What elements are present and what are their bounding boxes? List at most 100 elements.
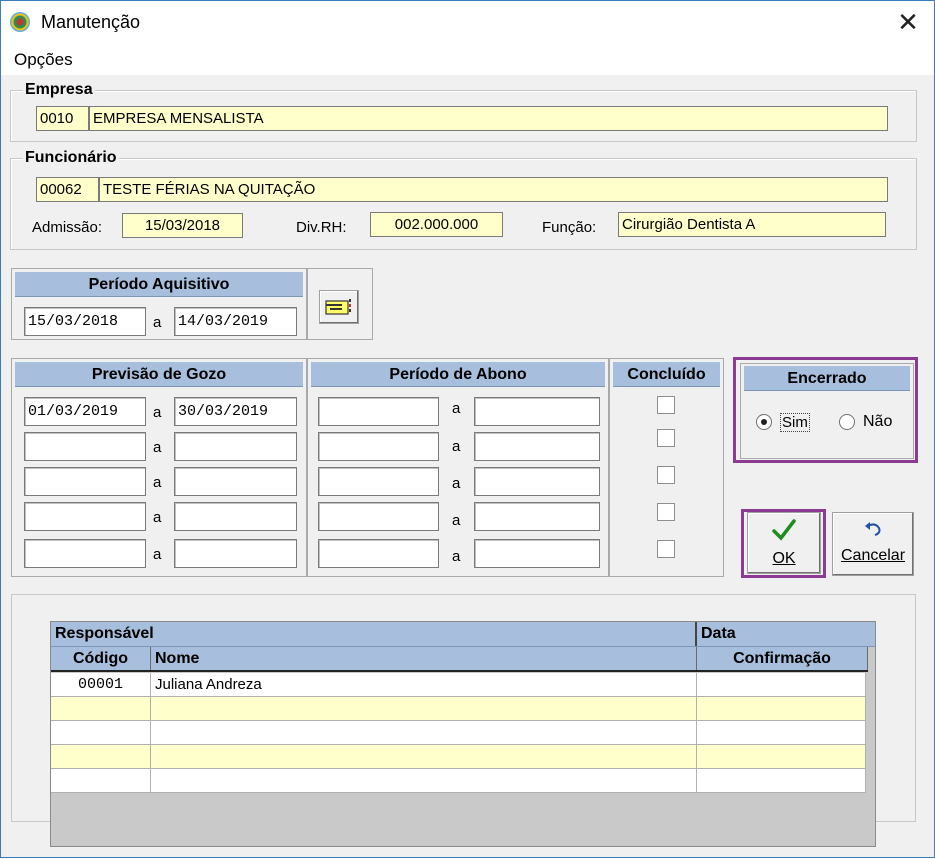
previsao-panel: Previsão de Gozo 01/03/2019 a 30/03/2019… xyxy=(11,358,307,577)
undo-icon xyxy=(865,522,881,536)
row-nome xyxy=(151,745,697,769)
aquisitivo-end-input[interactable]: 14/03/2019 xyxy=(174,307,297,336)
periodo-aquisitivo-panel: Período Aquisitivo 15/03/2018 a 14/03/20… xyxy=(11,268,307,340)
aquisitivo-start-input[interactable]: 15/03/2018 xyxy=(24,307,146,336)
abono-end-input[interactable] xyxy=(474,432,600,461)
periodo-aquisitivo-title: Período Aquisitivo xyxy=(15,272,303,297)
abono-sep: a xyxy=(452,438,461,455)
menu-opcoes[interactable]: Opções xyxy=(14,50,73,70)
table-row[interactable] xyxy=(51,769,866,793)
row-confirmacao xyxy=(697,697,866,721)
row-confirmacao xyxy=(697,745,866,769)
previsao-start-input[interactable] xyxy=(24,502,146,531)
grid-col-nome[interactable]: Nome xyxy=(151,647,697,670)
funcionario-code-field[interactable]: 00062 xyxy=(36,177,99,202)
funcao-field[interactable]: Cirurgião Dentista A xyxy=(618,212,886,237)
row-nome: Juliana Andreza xyxy=(151,673,697,697)
divrh-label: Div.RH: xyxy=(296,219,347,236)
abono-sep: a xyxy=(452,512,461,529)
previsao-title: Previsão de Gozo xyxy=(15,362,303,387)
admissao-label: Admissão: xyxy=(32,219,103,236)
previsao-start-input[interactable] xyxy=(24,467,146,496)
abono-start-input[interactable] xyxy=(318,502,439,531)
concluido-checkbox[interactable] xyxy=(657,429,675,447)
encerrado-highlight xyxy=(733,357,918,463)
concluido-title: Concluído xyxy=(613,362,720,387)
abono-end-input[interactable] xyxy=(474,502,600,531)
abono-start-input[interactable] xyxy=(318,397,439,426)
empresa-legend: Empresa xyxy=(23,81,95,99)
empresa-code-field[interactable]: 0010 xyxy=(36,106,89,131)
row-nome xyxy=(151,697,697,721)
row-codigo xyxy=(51,769,151,793)
abono-start-input[interactable] xyxy=(318,539,439,568)
row-codigo xyxy=(51,745,151,769)
grid-group-data: Data xyxy=(701,625,736,642)
aquisitivo-button-panel xyxy=(307,268,373,340)
funcionario-legend: Funcionário xyxy=(23,149,119,167)
row-codigo xyxy=(51,721,151,745)
app-icon xyxy=(10,12,30,32)
row-confirmacao xyxy=(697,769,866,793)
abono-title: Período de Abono xyxy=(311,362,605,387)
concluido-checkbox[interactable] xyxy=(657,396,675,414)
previsao-sep: a xyxy=(153,546,162,563)
previsao-end-input[interactable] xyxy=(174,432,297,461)
window-title: Manutenção xyxy=(41,12,141,32)
concluido-checkbox[interactable] xyxy=(657,466,675,484)
grid-column-header: Código Nome Confirmação xyxy=(51,647,868,672)
client-area: Empresa 0010 EMPRESA MENSALISTA Funcioná… xyxy=(1,75,934,859)
concluido-panel: Concluído xyxy=(609,358,724,577)
row-nome xyxy=(151,721,697,745)
empresa-name-field[interactable]: EMPRESA MENSALISTA xyxy=(89,106,888,131)
abono-sep: a xyxy=(452,475,461,492)
aquisitivo-sep: a xyxy=(153,314,162,331)
concluido-checkbox[interactable] xyxy=(657,503,675,521)
funcionario-name-field[interactable]: TESTE FÉRIAS NA QUITAÇÃO xyxy=(99,177,888,202)
table-row[interactable] xyxy=(51,721,866,745)
abono-panel: Período de Abono a a a a a xyxy=(307,358,609,577)
abono-start-input[interactable] xyxy=(318,432,439,461)
cancel-label: Cancelar xyxy=(840,547,906,564)
maintenance-window: Manutenção ✕ Opções Empresa 0010 EMPRESA… xyxy=(0,0,935,858)
previsao-end-input[interactable] xyxy=(174,502,297,531)
previsao-end-input[interactable] xyxy=(174,539,297,568)
abono-end-input[interactable] xyxy=(474,539,600,568)
cancel-button[interactable]: Cancelar xyxy=(832,512,914,576)
funcionario-group: Funcionário 00062 TESTE FÉRIAS NA QUITAÇ… xyxy=(10,149,917,250)
row-confirmacao xyxy=(697,721,866,745)
previsao-sep: a xyxy=(153,404,162,421)
title-bar: Manutenção ✕ xyxy=(1,1,934,45)
funcao-label: Função: xyxy=(542,219,597,236)
divrh-field[interactable]: 002.000.000 xyxy=(370,212,503,237)
previsao-start-input[interactable]: 01/03/2019 xyxy=(24,397,146,426)
abono-start-input[interactable] xyxy=(318,467,439,496)
previsao-end-input[interactable]: 30/03/2019 xyxy=(174,397,297,426)
table-row[interactable] xyxy=(51,697,866,721)
admissao-field[interactable]: 15/03/2018 xyxy=(122,213,243,238)
aquisitivo-select-button[interactable] xyxy=(319,290,359,324)
grid-col-confirmacao[interactable]: Confirmação xyxy=(697,647,868,670)
abono-end-input[interactable] xyxy=(474,467,600,496)
previsao-sep: a xyxy=(153,509,162,526)
grid-group-responsavel: Responsável xyxy=(51,622,697,646)
table-row[interactable] xyxy=(51,745,866,769)
abono-sep: a xyxy=(452,400,461,417)
previsao-start-input[interactable] xyxy=(24,432,146,461)
close-icon[interactable]: ✕ xyxy=(890,5,926,41)
empresa-group: Empresa 0010 EMPRESA MENSALISTA xyxy=(10,81,917,142)
previsao-start-input[interactable] xyxy=(24,539,146,568)
concluido-checkbox[interactable] xyxy=(657,540,675,558)
abono-sep: a xyxy=(452,548,461,565)
grid-col-codigo[interactable]: Código xyxy=(51,647,151,670)
previsao-end-input[interactable] xyxy=(174,467,297,496)
ok-highlight xyxy=(741,509,826,578)
grid-group-header: Responsável Data xyxy=(51,622,875,647)
table-row[interactable]: 00001 Juliana Andreza xyxy=(51,673,866,697)
responsavel-grid: Responsável Data Código Nome Confirmação… xyxy=(50,621,876,847)
abono-end-input[interactable] xyxy=(474,397,600,426)
row-codigo xyxy=(51,697,151,721)
row-confirmacao xyxy=(697,673,866,697)
previsao-sep: a xyxy=(153,474,162,491)
hand-pointer-icon xyxy=(325,299,351,315)
